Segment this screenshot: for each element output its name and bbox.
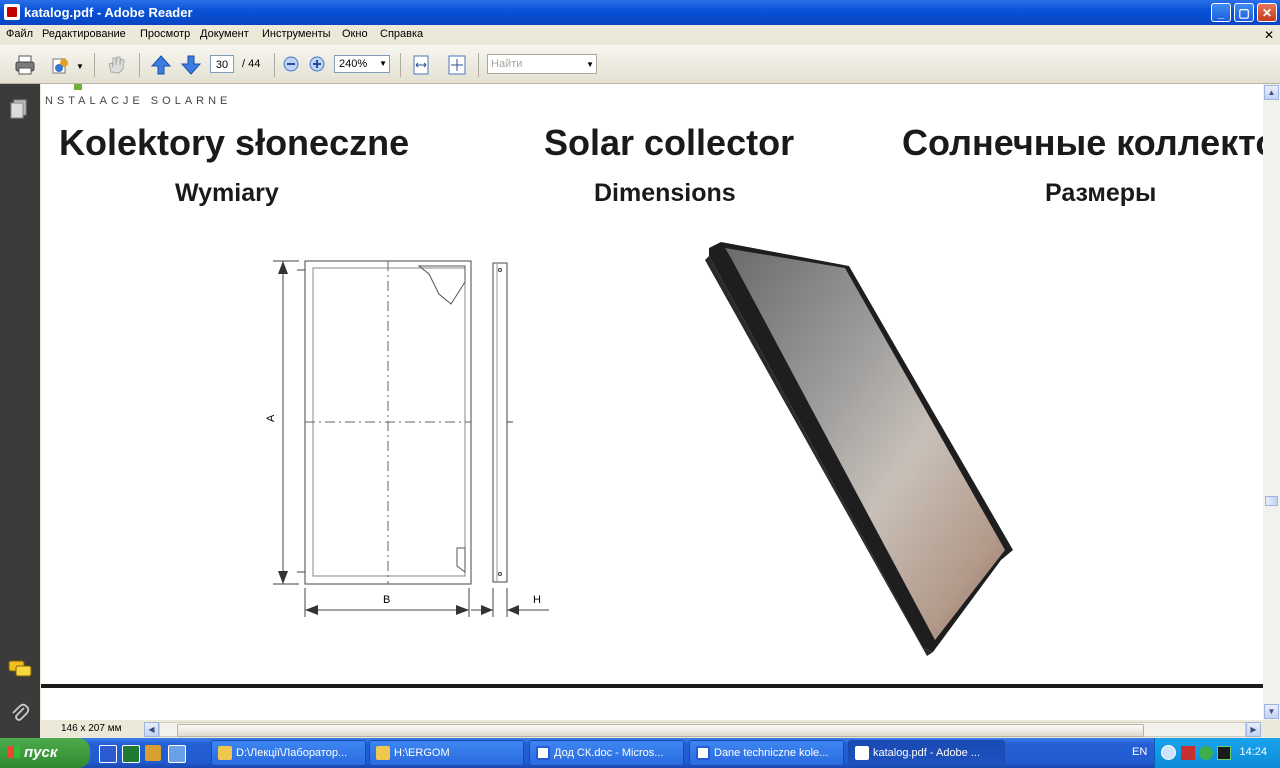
adobe-reader-icon xyxy=(4,4,20,20)
zoom-value: 240% xyxy=(339,58,368,70)
taskbar-item-lectures-folder[interactable]: D:\Лекції\Лаборатор... xyxy=(211,740,366,766)
antivirus-icon[interactable] xyxy=(1199,746,1213,760)
windows-flag-icon xyxy=(8,746,20,758)
dimension-b-label: B xyxy=(383,594,390,606)
menu-tools[interactable]: Инструменты xyxy=(262,28,331,40)
collector-dimension-drawing: A B H xyxy=(265,260,549,617)
folder-icon xyxy=(218,746,232,760)
start-button[interactable]: пуск xyxy=(0,738,90,768)
dimension-h-label: H xyxy=(533,594,541,606)
task-label: katalog.pdf - Adobe ... xyxy=(873,747,981,759)
page-size-readout: 146 x 207 мм xyxy=(61,723,122,734)
vertical-scrollbar[interactable]: ▲ ▼ xyxy=(1263,84,1280,720)
menu-help[interactable]: Справка xyxy=(380,28,423,40)
subheading-english: Dimensions xyxy=(594,179,736,207)
scroll-left-icon[interactable]: ◀ xyxy=(144,722,159,737)
word-doc-icon xyxy=(536,746,550,760)
taskbar-item-word-doc[interactable]: Дод СК.doc - Micros... xyxy=(529,740,684,766)
menu-bar: Файл Редактирование Просмотр Документ Ин… xyxy=(0,25,1280,45)
excel-icon[interactable] xyxy=(122,745,140,763)
zoom-dropdown-icon: ▼ xyxy=(379,59,387,68)
logo-mark xyxy=(74,84,82,90)
page-number-input[interactable]: 30 xyxy=(210,55,234,73)
print-icon[interactable] xyxy=(14,54,36,76)
show-desktop-icon[interactable] xyxy=(168,745,186,763)
zoom-out-icon[interactable] xyxy=(282,55,300,73)
solar-collector-photo xyxy=(705,242,1013,656)
subheading-polish: Wymiary xyxy=(175,179,279,207)
dimension-a-label: A xyxy=(265,414,277,422)
monitor-icon[interactable] xyxy=(1217,746,1231,760)
taskbar-item-ergom-folder[interactable]: H:\ERGOM xyxy=(369,740,524,766)
menu-edit[interactable]: Редактирование xyxy=(42,28,126,40)
menu-view[interactable]: Просмотр xyxy=(140,28,190,40)
clock: 14:24 xyxy=(1239,746,1267,758)
separator xyxy=(94,53,95,77)
zoom-in-icon[interactable] xyxy=(308,55,326,73)
folder-icon xyxy=(376,746,390,760)
share-icon[interactable] xyxy=(50,54,72,76)
separator xyxy=(478,53,479,77)
taskbar-item-adobe-reader[interactable]: katalog.pdf - Adobe ... xyxy=(848,740,1005,766)
taskbar-item-word-doc-2[interactable]: Dane techniczne kole... xyxy=(689,740,844,766)
section-divider xyxy=(41,684,1263,688)
language-indicator[interactable]: EN xyxy=(1132,746,1147,758)
separator xyxy=(400,53,401,77)
arrow-down-icon[interactable] xyxy=(180,54,202,76)
separator xyxy=(274,53,275,77)
word-doc-icon xyxy=(696,746,710,760)
task-label: Дод СК.doc - Micros... xyxy=(554,747,664,759)
close-button[interactable]: ✕ xyxy=(1257,3,1277,22)
minimize-button[interactable]: _ xyxy=(1211,3,1231,22)
subheading-russian: Размеры xyxy=(1045,179,1157,207)
title-bar: katalog.pdf - Adobe Reader _ ▢ ✕ xyxy=(0,0,1280,25)
maximize-button[interactable]: ▢ xyxy=(1234,3,1254,22)
status-bar: 146 x 207 мм ◀ ▶ xyxy=(41,720,1280,738)
close-document-icon[interactable]: ✕ xyxy=(1264,28,1274,42)
attachments-icon[interactable] xyxy=(10,702,30,724)
fit-width-icon[interactable] xyxy=(410,54,432,76)
start-label: пуск xyxy=(24,744,58,761)
separator xyxy=(139,53,140,77)
arrow-up-icon[interactable] xyxy=(150,54,172,76)
tools-icon[interactable] xyxy=(145,745,161,761)
horizontal-scrollbar[interactable] xyxy=(159,722,1246,737)
comments-icon[interactable] xyxy=(8,660,32,680)
pdf-page[interactable]: NSTALACJE SOLARNE Kolektory słoneczne So… xyxy=(41,84,1263,720)
share-dropdown-icon[interactable]: ▼ xyxy=(76,62,84,71)
page-total: / 44 xyxy=(242,58,261,70)
find-placeholder: Найти xyxy=(491,58,523,70)
tray-expand-icon[interactable] xyxy=(1161,745,1176,760)
word-icon[interactable] xyxy=(99,745,117,763)
adobe-reader-icon xyxy=(855,746,869,760)
menu-window[interactable]: Окно xyxy=(342,28,368,40)
scroll-down-icon[interactable]: ▼ xyxy=(1264,704,1279,719)
vertical-scroll-thumb[interactable] xyxy=(1265,496,1278,506)
task-label: D:\Лекції\Лаборатор... xyxy=(236,747,348,759)
scroll-right-icon[interactable]: ▶ xyxy=(1246,722,1261,737)
hand-tool-icon[interactable] xyxy=(105,54,127,76)
pages-icon[interactable] xyxy=(9,98,29,120)
window-title: katalog.pdf - Adobe Reader xyxy=(24,5,193,20)
find-dropdown-icon: ▼ xyxy=(586,60,594,69)
toolbar: ▼ 30 / 44 240% ▼ Найти ▼ xyxy=(0,45,1280,84)
menu-file[interactable]: Файл xyxy=(6,28,33,40)
logo-text: NSTALACJE SOLARNE xyxy=(45,95,232,107)
fit-page-icon[interactable] xyxy=(446,54,468,76)
navigation-panel xyxy=(0,84,40,738)
task-label: H:\ERGOM xyxy=(394,747,450,759)
menu-document[interactable]: Документ xyxy=(200,28,249,40)
zoom-select[interactable]: 240% ▼ xyxy=(334,55,390,73)
heading-polish: Kolektory słoneczne xyxy=(59,122,410,163)
network-icon[interactable] xyxy=(1181,746,1195,760)
find-input[interactable]: Найти ▼ xyxy=(487,54,597,74)
taskbar: пуск D:\Лекції\Лаборатор... H:\ERGOM Дод… xyxy=(0,738,1280,768)
heading-english: Solar collector xyxy=(544,122,795,163)
scroll-up-icon[interactable]: ▲ xyxy=(1264,85,1279,100)
heading-russian: Солнечные коллектор xyxy=(902,122,1263,163)
task-label: Dane techniczne kole... xyxy=(714,747,829,759)
horizontal-scroll-thumb[interactable] xyxy=(177,724,1144,737)
